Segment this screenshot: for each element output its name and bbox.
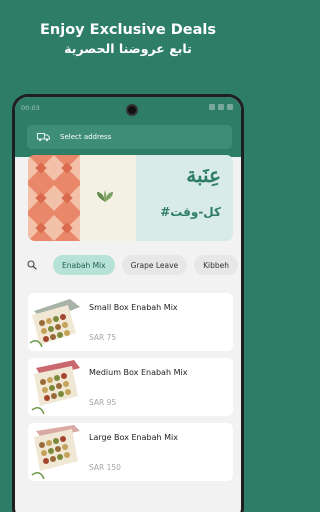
select-address-button[interactable]: Select address (27, 125, 232, 149)
product-card[interactable]: Small Box Enabah Mix SAR 75 (28, 293, 233, 351)
chip-enabah-mix[interactable]: Enabah Mix (53, 255, 115, 275)
banner-text-panel: عِنَبة #كل-وقت (136, 155, 233, 241)
leaf-icon (97, 190, 113, 202)
promo-banner[interactable]: عِنَبة #كل-وقت (28, 155, 233, 241)
status-time: 00:03 (21, 104, 40, 112)
status-bar: 00:03 (15, 97, 241, 119)
app-screen: 00:03 Select address عِنَبة #كل-وقت Enab… (15, 97, 241, 512)
battery-icon (227, 104, 233, 110)
product-image (28, 358, 82, 416)
product-card[interactable]: Medium Box Enabah Mix SAR 95 (28, 358, 233, 416)
status-icons (209, 104, 233, 110)
product-price: SAR 150 (89, 463, 121, 472)
product-image (28, 293, 82, 351)
camera-notch (126, 104, 138, 116)
wifi-icon (218, 104, 224, 110)
app-header: Select address (15, 119, 241, 157)
signal-icon (209, 104, 215, 110)
product-price: SAR 95 (89, 398, 117, 407)
chip-grape-leave[interactable]: Grape Leave (121, 255, 188, 275)
banner-pattern (28, 155, 80, 241)
banner-title: عِنَبة (186, 163, 221, 187)
product-card[interactable]: Large Box Enabah Mix SAR 150 (28, 423, 233, 481)
address-placeholder: Select address (60, 133, 112, 141)
promo-subtitle: تابع عروضنا الحصرية (64, 41, 192, 56)
search-icon[interactable] (27, 260, 37, 270)
category-chips: Enabah Mix Grape Leave Kibbeh (53, 255, 239, 275)
chip-kibbeh[interactable]: Kibbeh (194, 255, 239, 275)
phone-frame: 00:03 Select address عِنَبة #كل-وقت Enab… (12, 94, 244, 512)
banner-tagline: #كل-وقت (160, 205, 221, 219)
product-image (28, 423, 82, 481)
product-name: Large Box Enabah Mix (89, 433, 178, 442)
product-price: SAR 75 (89, 333, 117, 342)
product-name: Small Box Enabah Mix (89, 303, 178, 312)
delivery-truck-icon (37, 133, 50, 142)
promo-title: Enjoy Exclusive Deals (40, 22, 216, 38)
product-name: Medium Box Enabah Mix (89, 368, 188, 377)
